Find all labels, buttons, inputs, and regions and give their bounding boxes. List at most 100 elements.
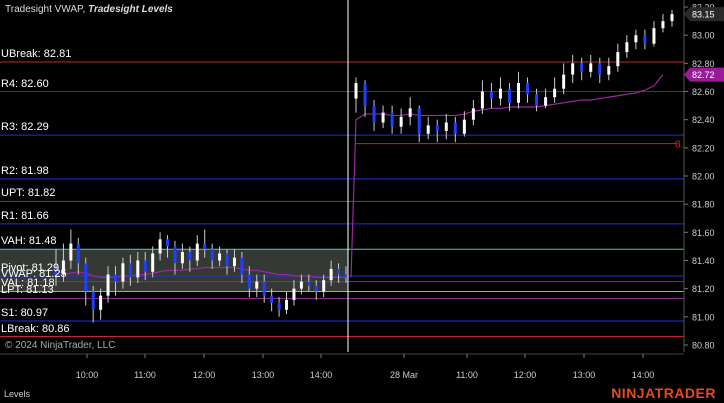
candle-body — [180, 252, 184, 264]
level-label-s1: S1: 80.97 — [1, 307, 49, 320]
x-tick-label: 11:00 — [456, 370, 478, 380]
candle-body — [426, 125, 430, 134]
candle-body — [113, 274, 117, 282]
level-label-ubreak: UBreak: 82.81 — [1, 47, 72, 60]
candle-body — [76, 243, 80, 264]
candle-body — [136, 260, 140, 278]
level-label-r2: R2: 81.98 — [1, 164, 49, 177]
level-label-vah: VAH: 81.48 — [1, 235, 57, 248]
candle-body — [471, 108, 475, 120]
y-tick-label: 82.00 — [692, 172, 715, 182]
candle-body — [262, 281, 266, 296]
candle-body — [307, 281, 311, 286]
y-tick-label: 83.00 — [692, 31, 715, 41]
candle-body — [580, 63, 584, 72]
y-tick-label: 81.80 — [692, 200, 715, 210]
candle-body — [517, 83, 521, 103]
level-label-r3: R3: 82.29 — [1, 121, 49, 134]
candle-body — [670, 14, 674, 22]
candle-body — [562, 74, 566, 89]
candle-body — [372, 105, 376, 123]
candle-body — [489, 91, 493, 99]
x-tick-label: 11:00 — [134, 370, 156, 380]
candle-body — [166, 239, 170, 247]
candle-body — [299, 281, 303, 289]
candle-body — [634, 35, 638, 43]
candle-body — [121, 263, 125, 282]
candle-body — [270, 295, 274, 303]
candle-body — [444, 122, 448, 131]
candle-body — [390, 112, 394, 127]
level-label-lpt: LPT: 81.13 — [1, 284, 54, 297]
y-tick-label: 81.60 — [692, 228, 715, 238]
candle-body — [625, 42, 629, 53]
candle-body — [544, 97, 548, 106]
candle-body — [661, 21, 665, 29]
candle-body — [285, 299, 289, 310]
candle-body — [314, 285, 318, 292]
level-label-upt: UPT: 81.82 — [1, 187, 56, 200]
candle-body — [195, 243, 199, 261]
y-tick-label: 81.20 — [692, 284, 715, 294]
y-tick-label: 82.40 — [692, 115, 715, 125]
candle-body — [553, 88, 557, 98]
last-price-marker-text: 83.15 — [692, 10, 715, 20]
y-tick-label: 80.80 — [692, 340, 715, 350]
candle-body — [607, 66, 611, 75]
vwap-indicator-label: Tradesight VWAP, — [5, 4, 86, 15]
candle-body — [381, 112, 385, 123]
x-tick-label: 13:00 — [252, 370, 275, 380]
candle-body — [255, 281, 259, 289]
candle-body — [354, 83, 358, 99]
candle-body — [203, 243, 207, 250]
candle-body — [84, 263, 88, 292]
level-label-lbreak: LBreak: 80.86 — [1, 322, 70, 335]
candle-body — [589, 63, 593, 72]
candle-body — [151, 253, 155, 272]
candle-body — [158, 239, 162, 254]
candle-body — [277, 302, 281, 310]
candle-body — [399, 116, 403, 127]
panel-label: Levels — [4, 389, 31, 399]
level-label-r1: R1: 81.66 — [1, 209, 49, 222]
y-tick-label: 82.80 — [692, 59, 715, 69]
candle-body — [128, 263, 132, 278]
candle-body — [188, 252, 192, 261]
candle-body — [173, 246, 177, 264]
candle-body — [292, 288, 296, 300]
x-tick-label: 14:00 — [632, 370, 655, 380]
day2-level-label: 8. — [675, 140, 683, 151]
candle-body — [91, 291, 95, 310]
levels-indicator-label: Tradesight Levels — [88, 4, 173, 15]
candle-body — [462, 119, 466, 134]
candle-body — [598, 63, 602, 75]
candle-body — [408, 108, 412, 117]
candle-body — [106, 274, 110, 296]
candle-body — [337, 268, 341, 275]
candle-body — [210, 249, 214, 261]
candle-body — [240, 257, 244, 275]
candle-body — [417, 108, 421, 134]
vwap-price-marker-text: 82.72 — [692, 70, 715, 80]
y-tick-label: 81.40 — [692, 256, 715, 266]
candle-body — [218, 253, 222, 261]
candle-body — [526, 83, 530, 95]
x-tick-label: 12:00 — [193, 370, 216, 380]
candle-body — [643, 35, 647, 44]
candle-body — [99, 295, 103, 310]
candle-body — [69, 243, 73, 261]
vwap-line-day2 — [350, 74, 664, 278]
x-tick-label: 28 Mar — [390, 370, 418, 380]
ninjatrader-logo: NINJATRADER — [611, 385, 716, 401]
candle-body — [498, 88, 502, 99]
candle-body — [232, 257, 236, 267]
copyright-text: © 2024 NinjaTrader, LLC — [5, 340, 116, 351]
x-tick-label: 14:00 — [310, 370, 333, 380]
candle-body — [571, 63, 575, 75]
candle-body — [535, 94, 539, 106]
candle-body — [225, 253, 229, 267]
x-tick-label: 13:00 — [573, 370, 596, 380]
candle-body — [652, 28, 656, 44]
candle-body — [453, 122, 457, 134]
candle-body — [143, 260, 147, 272]
